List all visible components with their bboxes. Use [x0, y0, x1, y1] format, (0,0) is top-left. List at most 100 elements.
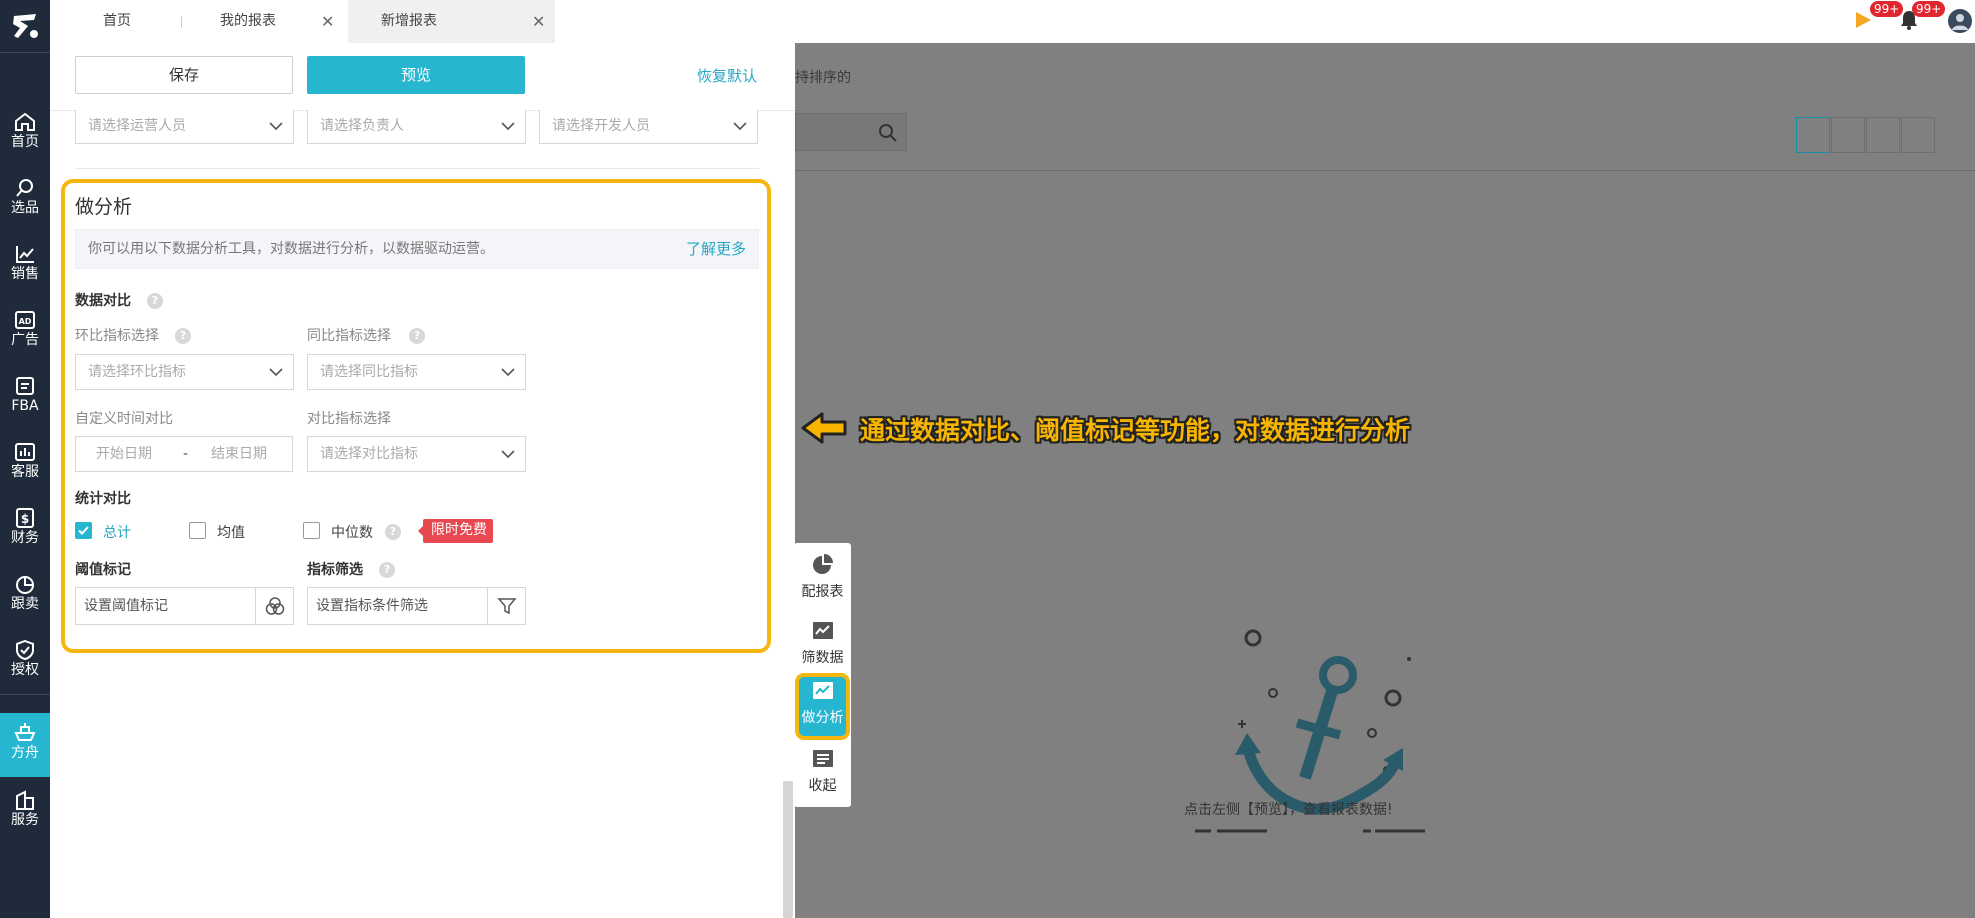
sidebar-item-home[interactable]: 首页 [0, 104, 50, 166]
analysis-info-bar: 你可以用以下数据分析工具，对数据进行分析，以数据驱动运营。 了解更多 [75, 229, 759, 269]
help-icon[interactable]: ? [147, 293, 163, 309]
data-compare-label: 数据对比 [75, 293, 131, 309]
yoy-select[interactable]: 请选择同比指标 [307, 354, 526, 390]
analysis-info-text: 你可以用以下数据分析工具，对数据进行分析，以数据驱动运营。 [88, 241, 494, 257]
analysis-icon [812, 682, 833, 699]
end-date-input[interactable]: 结束日期 [211, 437, 267, 471]
panel-scrollbar[interactable] [783, 781, 793, 918]
sidebar-item-label: 服务 [11, 812, 39, 828]
free-tag: 限时免费 [418, 519, 493, 543]
help-icon[interactable]: ? [379, 562, 395, 578]
sidebar-item-label: 跟卖 [11, 596, 39, 612]
chevron-down-icon [501, 450, 515, 459]
play-icon[interactable] [1853, 10, 1873, 30]
sidebar-item-label: 财务 [11, 530, 39, 546]
ops-select[interactable]: 请选择运营人员 [75, 110, 294, 144]
yoy-placeholder: 请选择同比指标 [320, 364, 418, 380]
sidebar-item-selection[interactable]: 选品 [0, 170, 50, 232]
mom-label: 环比指标选择 [75, 328, 159, 344]
median-label[interactable]: 中位数 [331, 522, 373, 542]
do-analysis-button[interactable]: 做分析 [795, 673, 850, 740]
line-chart-icon[interactable] [1831, 117, 1865, 153]
table-icon[interactable] [1796, 117, 1830, 153]
avg-label[interactable]: 均值 [217, 522, 245, 542]
chevron-down-icon [733, 122, 747, 131]
building-icon [16, 790, 34, 810]
bell-badge: 99+ [1912, 1, 1946, 17]
svg-text:AD: AD [19, 317, 32, 326]
collapse-button[interactable]: 收起 [794, 741, 851, 805]
close-icon[interactable]: ✕ [532, 0, 545, 43]
threshold-label: 阈值标记 [75, 562, 131, 578]
reset-default-link[interactable]: 恢复默认 [697, 65, 757, 86]
tab-bar: 首页 我的报表 ✕ 新增报表 ✕ 99+ 99+ [50, 0, 1975, 43]
line-chart-icon [812, 622, 833, 639]
save-button[interactable]: 保存 [75, 56, 293, 94]
pie-chart-icon [812, 554, 833, 574]
tab-new-report[interactable]: 新增报表 ✕ [348, 0, 555, 43]
threshold-placeholder: 设置阈值标记 [84, 598, 168, 614]
yoy-label: 同比指标选择 [307, 328, 391, 344]
range-separator: - [183, 446, 189, 462]
chart-bar-icon [15, 443, 35, 461]
tab-home[interactable]: 首页 [103, 0, 183, 43]
home-icon [15, 112, 35, 131]
dev-select[interactable]: 请选择开发人员 [539, 110, 758, 144]
sidebar-item-follow-sell[interactable]: 跟卖 [0, 566, 50, 628]
filter-addon-button[interactable] [487, 588, 525, 624]
empty-state-text: 点击左侧【预览】，查看报表数据! [1184, 802, 1393, 818]
filter-data-button[interactable]: 筛数据 [794, 613, 851, 677]
median-checkbox[interactable] [303, 522, 320, 539]
sidebar-item-auth[interactable]: 授权 [0, 632, 50, 694]
annotation-text: 通过数据对比、阈值标记等功能，对数据进行分析 [860, 416, 1411, 445]
help-icon[interactable]: ? [385, 524, 401, 540]
background-search [795, 113, 907, 151]
total-checkbox[interactable] [75, 522, 92, 539]
sidebar-item-customer-service[interactable]: 客服 [0, 434, 50, 496]
sidebar-item-ark[interactable]: 方舟 [0, 713, 50, 777]
sort-hint-text: 持排序的 [795, 70, 851, 86]
sidebar-item-label: 广告 [11, 332, 39, 348]
bar-chart-icon[interactable] [1866, 117, 1900, 153]
owner-select[interactable]: 请选择负责人 [307, 110, 526, 144]
avatar[interactable] [1948, 9, 1972, 33]
stat-compare-label: 统计对比 [75, 491, 131, 507]
help-icon[interactable]: ? [409, 328, 425, 344]
sidebar-item-fba[interactable]: FBA [0, 368, 50, 430]
tab-label: 新增报表 [381, 13, 437, 29]
start-date-input[interactable]: 开始日期 [96, 437, 152, 471]
total-label[interactable]: 总计 [103, 522, 131, 542]
analysis-title: 做分析 [75, 196, 133, 218]
compare-metric-select[interactable]: 请选择对比指标 [307, 436, 526, 472]
sidebar-item-label: 销售 [11, 266, 39, 282]
sidebar-item-service[interactable]: 服务 [0, 782, 50, 844]
dollar-icon: $ [16, 508, 34, 528]
help-icon[interactable]: ? [175, 328, 191, 344]
sidebar-item-sales[interactable]: 销售 [0, 236, 50, 298]
preview-button[interactable]: 预览 [307, 56, 525, 94]
pie-chart-icon[interactable] [1901, 117, 1935, 153]
learn-more-link[interactable]: 了解更多 [686, 230, 746, 268]
float-label: 筛数据 [801, 650, 844, 666]
float-label: 配报表 [801, 584, 844, 600]
date-range-picker[interactable]: 开始日期 - 结束日期 [75, 436, 293, 472]
fba-icon [16, 377, 34, 395]
threshold-input[interactable]: 设置阈值标记 [75, 587, 294, 625]
sidebar-item-ads[interactable]: AD 广告 [0, 302, 50, 364]
config-report-button[interactable]: 配报表 [794, 547, 851, 611]
sidebar-item-finance[interactable]: $ 财务 [0, 500, 50, 562]
threshold-addon-button[interactable] [255, 588, 293, 624]
close-icon[interactable]: ✕ [321, 0, 334, 43]
metric-filter-placeholder: 设置指标条件筛选 [316, 598, 428, 614]
sidebar-item-label: 客服 [11, 464, 39, 480]
search-icon [16, 179, 33, 197]
tab-label: 我的报表 [220, 13, 276, 29]
metric-filter-input[interactable]: 设置指标条件筛选 [307, 587, 526, 625]
sidebar-item-label: 授权 [11, 662, 39, 678]
avg-checkbox[interactable] [189, 522, 206, 539]
dev-placeholder: 请选择开发人员 [552, 118, 650, 134]
trend-icon [16, 246, 34, 263]
float-label: 收起 [808, 778, 837, 794]
app-logo[interactable] [8, 10, 42, 44]
mom-select[interactable]: 请选择环比指标 [75, 354, 294, 390]
